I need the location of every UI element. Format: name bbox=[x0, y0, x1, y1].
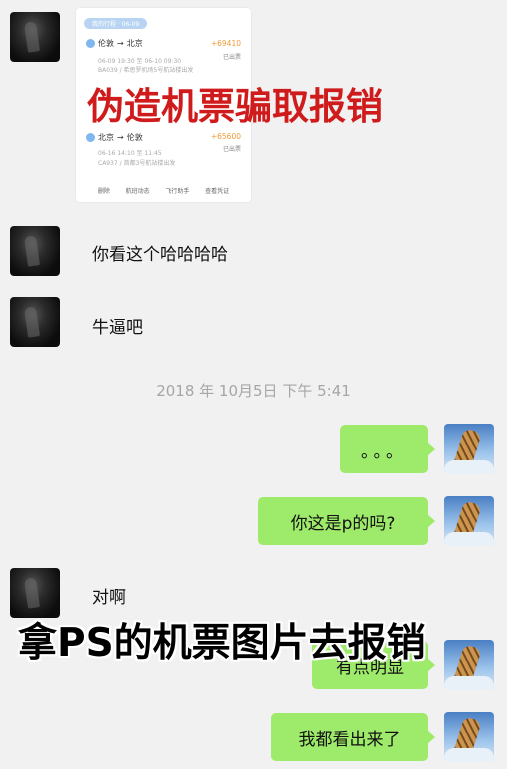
trip2-to: 伦敦 bbox=[126, 133, 143, 142]
trip1-price: +69410 bbox=[210, 39, 241, 48]
message-bubble-right[interactable]: 你这是p的吗? bbox=[258, 497, 435, 545]
trip2-price: +65600 bbox=[210, 132, 241, 141]
my-avatar[interactable] bbox=[444, 640, 494, 690]
caption-overlay-bottom: 拿PS的机票图片去报销 bbox=[18, 621, 426, 666]
trip1-route: 伦敦 → 北京 bbox=[86, 38, 143, 49]
flight-status-action: 航班动态 bbox=[125, 188, 150, 195]
plane-icon bbox=[86, 133, 95, 142]
ticket-actions: 删除 航班动态 飞行助手 查看凭证 bbox=[76, 186, 251, 195]
trip2-from: 北京 bbox=[98, 133, 114, 142]
contact-avatar[interactable] bbox=[10, 226, 60, 276]
trip1-status: 已出票 bbox=[222, 54, 241, 61]
message-bubble-right[interactable]: 我都看出来了 bbox=[271, 713, 435, 761]
my-avatar[interactable] bbox=[444, 712, 494, 762]
trip1-arrow: → bbox=[117, 39, 124, 48]
trip1-from: 伦敦 bbox=[98, 39, 114, 48]
my-avatar[interactable] bbox=[444, 424, 494, 474]
trip2-status: 已出票 bbox=[222, 146, 241, 153]
chat-timestamp: 2018 年 10月5日 下午 5:41 bbox=[156, 382, 351, 400]
view-voucher-action: 查看凭证 bbox=[205, 188, 230, 195]
trip1-time: 06-09 19:30 至 06-10 09:30 bbox=[98, 58, 182, 65]
trip1-to: 北京 bbox=[126, 39, 143, 48]
message-text-left[interactable]: 对啊 bbox=[92, 583, 126, 608]
plane-icon bbox=[86, 39, 95, 48]
trip1-detail: BA039 / 希思罗机场5号航站楼出发 bbox=[98, 67, 194, 74]
delete-action: 删除 bbox=[97, 188, 110, 195]
flight-assistant-action: 飞行助手 bbox=[165, 188, 190, 195]
contact-avatar[interactable] bbox=[10, 297, 60, 347]
trip2-detail: CA937 / 首都3号航站楼出发 bbox=[98, 160, 176, 167]
my-avatar[interactable] bbox=[444, 496, 494, 546]
message-text-left[interactable]: 你看这个哈哈哈哈 bbox=[92, 240, 228, 265]
caption-overlay-top: 伪造机票骗取报销 bbox=[87, 85, 383, 128]
itinerary-pill: 我的行程 · 06-09 bbox=[84, 18, 148, 29]
contact-avatar[interactable] bbox=[10, 12, 60, 62]
trip2-arrow: → bbox=[117, 133, 124, 142]
message-bubble-right[interactable]: 。。。 bbox=[340, 425, 435, 473]
trip2-route: 北京 → 伦敦 bbox=[86, 132, 143, 143]
contact-avatar[interactable] bbox=[10, 568, 60, 618]
message-text-left[interactable]: 牛逼吧 bbox=[92, 313, 143, 338]
trip2-time: 06-16 14:10 至 11:45 bbox=[98, 150, 162, 157]
